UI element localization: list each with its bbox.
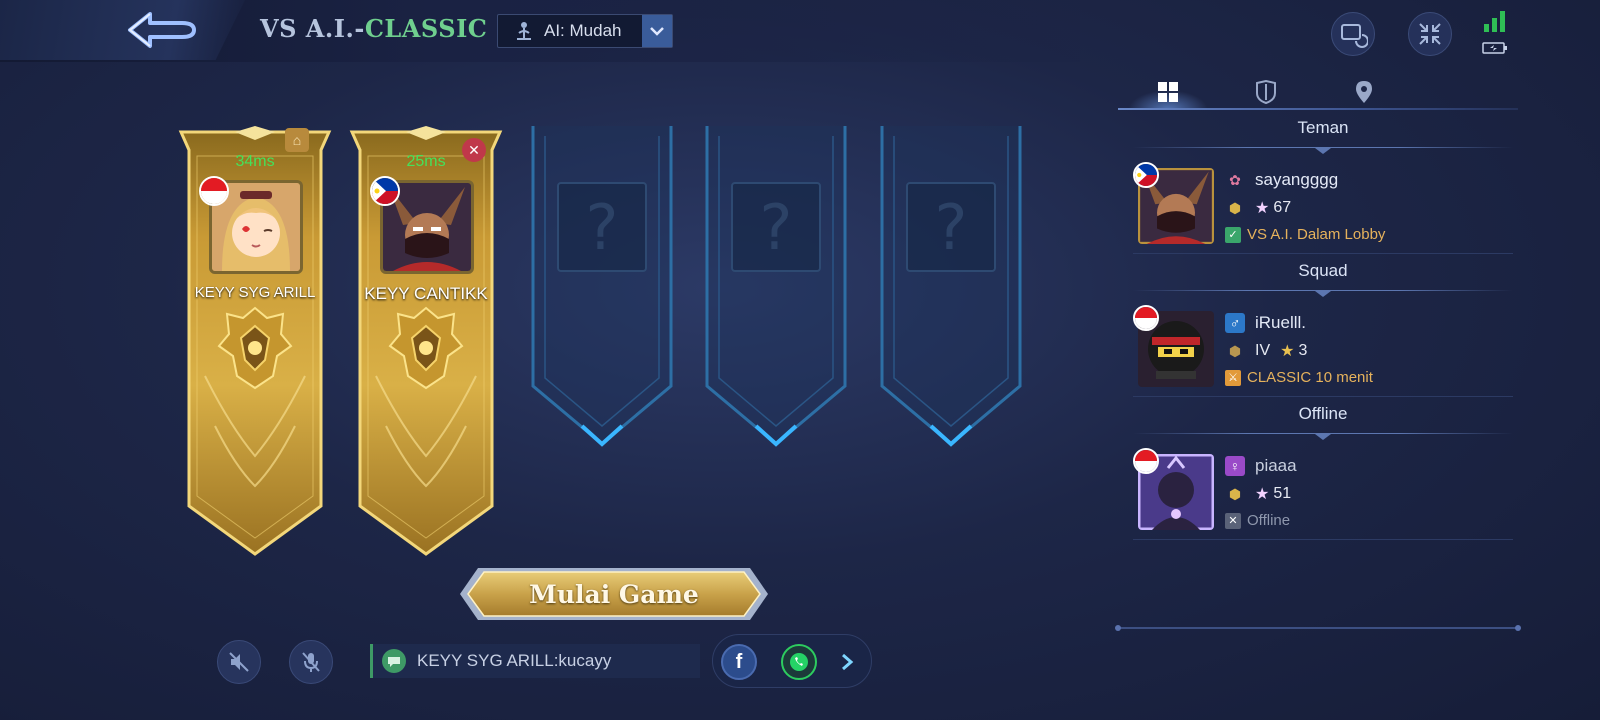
- friend-stars: 3: [1298, 342, 1308, 359]
- friend-item[interactable]: ✿ sayangggg ⬢ ★ 67 ✓ VS A.I. Dalam Lobby: [1133, 162, 1513, 254]
- back-button[interactable]: [0, 0, 245, 60]
- shield-icon: [1256, 80, 1276, 104]
- tab-squad[interactable]: [1246, 76, 1286, 108]
- rank-badge-icon: ⬢: [1228, 342, 1242, 359]
- status-sword-icon: ⚔: [1225, 369, 1241, 386]
- start-game-label: Mulai Game: [529, 579, 699, 609]
- facebook-icon: f: [735, 650, 743, 673]
- location-pin-icon: [1356, 81, 1372, 103]
- section-header-offline: Offline: [1133, 404, 1513, 440]
- indonesia-flag-icon: [1133, 305, 1159, 331]
- rose-icon: ✿: [1229, 171, 1241, 188]
- empty-banner: [531, 126, 673, 447]
- collapse-icon: [1419, 23, 1441, 45]
- share-more-button[interactable]: [829, 644, 865, 680]
- speaker-toggle[interactable]: [217, 640, 261, 684]
- player-slot-1[interactable]: 34ms ⌂ KEYY SYG ARILL: [175, 126, 335, 558]
- friend-rank: IV: [1255, 342, 1271, 359]
- philippines-flag-icon: [1133, 162, 1159, 188]
- share-bar: f: [712, 634, 872, 688]
- player-name: KEYY CANTIKK: [364, 284, 488, 303]
- empty-slot-placeholder: ?: [906, 182, 996, 272]
- empty-slot-5[interactable]: ?: [876, 126, 1036, 558]
- rank-emblem-icon: [217, 306, 293, 390]
- empty-slot-placeholder: ?: [557, 182, 647, 272]
- chat-icon: [382, 649, 406, 673]
- speaker-muted-icon: [229, 652, 249, 672]
- mic-toggle[interactable]: [289, 640, 333, 684]
- friend-status: VS A.I. Dalam Lobby: [1247, 226, 1386, 243]
- friend-item[interactable]: ♂ iRuelll. ⬢ IV ★ 3 ⚔ CLASSIC 10 menit: [1133, 305, 1513, 397]
- star-icon: ★: [1255, 200, 1270, 217]
- mic-muted-icon: [302, 652, 320, 672]
- star-icon: ★: [1280, 343, 1295, 360]
- chat-message: KEYY SYG ARILL:kucayy: [417, 651, 612, 670]
- facebook-share-button[interactable]: f: [721, 644, 757, 680]
- chat-preview[interactable]: KEYY SYG ARILL:kucayy: [370, 644, 700, 678]
- home-button[interactable]: ⌂: [285, 128, 309, 152]
- empty-banner: [705, 126, 847, 447]
- connection-status: [1482, 10, 1508, 55]
- kick-button[interactable]: ✕: [462, 138, 486, 162]
- rank-badge-icon: ⬢: [1228, 199, 1242, 216]
- mode-title: VS A.I.-CLASSIC: [260, 14, 488, 43]
- friend-status: Offline: [1247, 512, 1291, 529]
- tab-underline: [1118, 108, 1518, 110]
- friend-panel-tabs: [1118, 72, 1518, 112]
- section-header-squad: Squad: [1133, 261, 1513, 297]
- ping-value: 34ms: [235, 153, 275, 170]
- indonesia-flag-icon: [1133, 448, 1159, 474]
- empty-slot-placeholder: ?: [731, 182, 821, 272]
- screen-refresh-button[interactable]: [1331, 12, 1375, 56]
- player-name: KEYY SYG ARILL: [194, 284, 316, 301]
- star-icon: ★: [1255, 486, 1270, 503]
- divider: [1133, 539, 1513, 540]
- tab-nearby[interactable]: [1344, 76, 1384, 108]
- empty-slot-4[interactable]: ?: [701, 126, 861, 558]
- screen-refresh-icon: [1341, 24, 1368, 48]
- status-check-icon: ✓: [1225, 226, 1241, 243]
- chevron-down-icon: [642, 15, 672, 47]
- friend-stars: 67: [1273, 199, 1292, 216]
- divider: [1133, 396, 1513, 397]
- friend-name: sayangggg: [1255, 170, 1339, 189]
- friend-stars: 51: [1273, 485, 1292, 502]
- grid-icon: [1158, 82, 1178, 102]
- signal-icon: [1484, 11, 1505, 32]
- friend-item[interactable]: ♀ piaaa ⬢ ★ 51 ✕ Offline: [1133, 448, 1513, 540]
- ai-icon: [517, 22, 531, 40]
- whatsapp-icon: [790, 653, 808, 671]
- rank-badge-icon: ⬢: [1228, 485, 1242, 502]
- ai-difficulty-select[interactable]: AI: Mudah: [497, 14, 673, 48]
- chevron-right-icon: [842, 653, 854, 671]
- friend-status: CLASSIC 10 menit: [1247, 369, 1373, 386]
- ai-difficulty-value: AI: Mudah: [544, 21, 622, 40]
- friend-name: iRuelll.: [1255, 313, 1307, 332]
- panel-bottom-divider: [1115, 625, 1521, 631]
- friend-name: piaaa: [1255, 456, 1297, 475]
- philippines-flag-icon: [370, 176, 400, 206]
- empty-banner: [880, 126, 1022, 447]
- status-offline-icon: ✕: [1225, 512, 1241, 529]
- home-icon: ⌂: [292, 132, 302, 148]
- player-slot-2[interactable]: 25ms ✕ KEYY CANTIKK: [346, 126, 506, 558]
- indonesia-flag-icon: [199, 176, 229, 206]
- rank-emblem-icon: [388, 306, 464, 390]
- section-header-friends: Teman: [1133, 118, 1513, 154]
- battery-icon: [1482, 42, 1507, 54]
- empty-slot-3[interactable]: ?: [527, 126, 687, 558]
- collapse-button[interactable]: [1408, 12, 1452, 56]
- female-icon: ♀: [1225, 456, 1245, 476]
- whatsapp-share-button[interactable]: [781, 644, 817, 680]
- tab-all[interactable]: [1148, 76, 1188, 108]
- start-game-button[interactable]: Mulai Game: [456, 562, 772, 626]
- back-arrow-icon: [128, 12, 196, 48]
- divider: [1133, 253, 1513, 254]
- close-icon: ✕: [468, 141, 480, 158]
- male-icon: ♂: [1225, 313, 1245, 333]
